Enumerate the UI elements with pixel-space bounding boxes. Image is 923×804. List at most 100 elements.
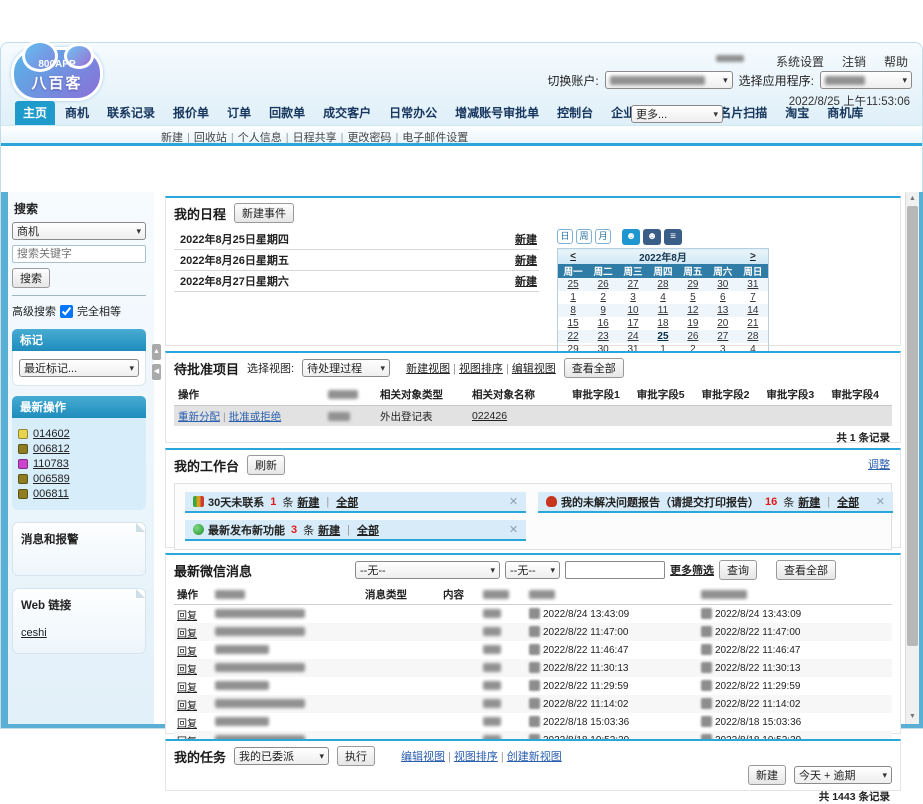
calendar-day-link[interactable]: 26 [687,331,698,342]
calendar-day-cell[interactable]: 14 [738,304,769,317]
single-user-view-icon[interactable]: ☻ [622,229,640,245]
calendar-day-link[interactable]: 16 [598,318,609,329]
reply-link[interactable]: 回复 [177,701,197,712]
calendar-next-button[interactable]: > [738,249,769,265]
calendar-day-link[interactable]: 7 [750,292,756,303]
calendar-day-link[interactable]: 28 [747,331,758,342]
calendar-day-link[interactable]: 9 [600,305,606,316]
adjust-link[interactable]: 调整 [868,456,890,472]
subnav-item-更改密码[interactable]: 更改密码 [347,132,391,144]
calendar-day-cell[interactable]: 25 [648,330,678,343]
view-sort-link[interactable]: 视图排序 [459,363,503,375]
scroll-up-icon[interactable]: ▲ [906,192,919,205]
nav-tab-商机[interactable]: 商机 [57,101,97,125]
subnav-item-电子邮件设置[interactable]: 电子邮件设置 [402,132,468,144]
tasks-create-view-link[interactable]: 创建新视图 [507,751,562,763]
search-button[interactable]: 搜索 [12,268,50,288]
calendar-day-link[interactable]: 11 [658,305,668,316]
calendar-day-cell[interactable]: 10 [618,304,648,317]
calendar-day-cell[interactable]: 19 [678,317,708,330]
calendar-day-link[interactable]: 10 [628,305,639,316]
multi-user-view-icon[interactable]: ☻ [643,229,661,245]
tasks-view-sort-link[interactable]: 视图排序 [454,751,498,763]
recent-op-link[interactable]: 006589 [33,473,70,485]
calendar-day-cell[interactable]: 20 [708,317,738,330]
reply-link[interactable]: 回复 [177,611,197,622]
nav-tab-日常办公[interactable]: 日常办公 [381,101,445,125]
tasks-new-button[interactable]: 新建 [748,765,786,785]
calendar-day-cell[interactable]: 24 [618,330,648,343]
calendar-day-cell[interactable]: 21 [738,317,769,330]
calendar-day-cell[interactable]: 4 [648,291,678,304]
nav-tab-成交客户[interactable]: 成交客户 [315,101,379,125]
reply-link[interactable]: 回复 [177,683,197,694]
schedule-new-link[interactable]: 新建 [515,252,537,268]
subnav-item-回收站[interactable]: 回收站 [194,132,227,144]
widget-new-link[interactable]: 新建 [318,522,340,538]
calendar-day-cell[interactable]: 17 [618,317,648,330]
reply-link[interactable]: 回复 [177,629,197,640]
recent-op-link[interactable]: 110783 [33,458,69,470]
help-link[interactable]: 帮助 [884,53,908,70]
calendar-day-cell[interactable]: 26 [588,278,618,291]
calendar-day-cell[interactable]: 18 [648,317,678,330]
calendar-day-link[interactable]: 30 [717,279,728,290]
calendar-day-cell[interactable]: 11 [648,304,678,317]
widget-all-link[interactable]: 全部 [837,494,859,510]
exact-match-checkbox[interactable] [60,305,73,318]
calendar-day-cell[interactable]: 31 [738,278,769,291]
scroll-down-icon[interactable]: ▼ [906,710,919,723]
calendar-day-cell[interactable]: 28 [738,330,769,343]
calendar-day-cell[interactable]: 7 [738,291,769,304]
calendar-day-link[interactable]: 12 [687,305,698,316]
calendar-day-link[interactable]: 3 [630,292,636,303]
calendar-day-link[interactable]: 21 [747,318,758,329]
close-icon[interactable]: ✕ [876,495,885,508]
scrollbar-thumb[interactable] [907,206,918,646]
calendar-day-link[interactable]: 15 [568,318,579,329]
calendar-day-cell[interactable]: 28 [648,278,678,291]
calendar-day-link[interactable]: 8 [570,305,576,316]
close-icon[interactable]: ✕ [509,495,518,508]
calendar-day-cell[interactable]: 12 [678,304,708,317]
calendar-day-cell[interactable]: 2 [588,291,618,304]
calendar-day-link[interactable]: 1 [570,292,576,303]
calendar-day-view-button[interactable]: 日 [557,229,573,244]
calendar-day-link[interactable]: 5 [690,292,696,303]
wechat-filter1-select[interactable]: --无-- ▾ [355,561,500,579]
recent-tags-select[interactable]: 最近标记... ▾ [19,359,139,377]
tasks-range-select[interactable]: 今天 + 逾期 ▾ [794,766,892,784]
calendar-month-view-button[interactable]: 月 [595,229,611,244]
related-object-name-link[interactable]: 022426 [472,410,507,422]
calendar-day-cell[interactable]: 3 [618,291,648,304]
calendar-day-link[interactable]: 29 [687,279,698,290]
calendar-day-cell[interactable]: 15 [558,317,589,330]
calendar-day-cell[interactable]: 22 [558,330,589,343]
calendar-day-link[interactable]: 2 [600,292,606,303]
collapse-up-icon[interactable]: ▲ [152,344,161,360]
nav-tab-订单[interactable]: 订单 [219,101,259,125]
widget-all-link[interactable]: 全部 [357,522,379,538]
calendar-day-link[interactable]: 28 [657,279,668,290]
recent-op-link[interactable]: 006812 [33,443,70,455]
calendar-day-link[interactable]: 4 [660,292,666,303]
search-type-select[interactable]: 商机 ▾ [12,222,146,240]
calendar-day-cell[interactable]: 25 [558,278,589,291]
calendar-day-link[interactable]: 20 [717,318,728,329]
approvals-view-select[interactable]: 待处理过程 ▾ [302,359,390,377]
wechat-search-input[interactable] [565,561,665,579]
search-input[interactable] [12,245,146,263]
calendar-day-cell[interactable]: 27 [708,330,738,343]
subnav-item-日程共享[interactable]: 日程共享 [293,132,337,144]
recent-op-link[interactable]: 014602 [33,428,70,440]
nav-tab-淘宝[interactable]: 淘宝 [777,101,817,125]
nav-tab-主页[interactable]: 主页 [15,101,55,125]
calendar-day-link[interactable]: 25 [657,331,668,342]
calendar-day-link[interactable]: 27 [628,279,639,290]
recent-op-link[interactable]: 006811 [33,488,69,500]
tasks-view-select[interactable]: 我的已委派 ▾ [234,747,329,765]
list-view-icon[interactable]: ≡ [664,229,682,245]
weblink-ceshi[interactable]: ceshi [21,627,47,639]
subnav-item-新建[interactable]: 新建 [161,132,183,144]
nav-tab-控制台[interactable]: 控制台 [549,101,601,125]
